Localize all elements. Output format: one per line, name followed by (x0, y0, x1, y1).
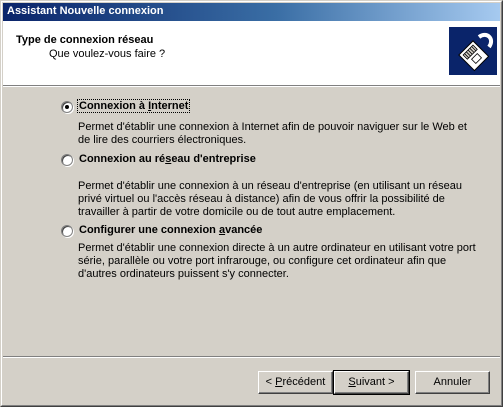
radio-enterprise[interactable] (61, 154, 73, 166)
wizard-header: Type de connexion réseau Que voulez-vous… (3, 21, 500, 85)
header-subtitle: Que voulez-vous faire ? (49, 48, 166, 60)
option-advanced-label-post: vancée (225, 224, 263, 236)
back-button[interactable]: < Précédent (258, 371, 333, 394)
footer-separator (3, 356, 500, 358)
wizard-window: Assistant Nouvelle connexion Type de con… (0, 0, 503, 407)
title-bar[interactable]: Assistant Nouvelle connexion (3, 3, 500, 21)
next-button[interactable]: Suivant > (333, 370, 410, 395)
window-title: Assistant Nouvelle connexion (7, 5, 164, 17)
option-enterprise-label-pre: Connexion au ré (79, 153, 166, 165)
network-cable-icon (449, 27, 497, 75)
next-button-key: S (348, 376, 356, 388)
option-internet-description: Permet d'établir une connexion à Interne… (78, 121, 467, 146)
option-internet-label-pre: Connexion à (79, 100, 149, 112)
radio-internet[interactable] (61, 101, 73, 113)
option-advanced-label-pre: Configurer une connexion (79, 224, 219, 236)
option-internet-label-post: nternet (151, 100, 189, 112)
option-enterprise-label-post: eau d'entreprise (171, 153, 256, 165)
back-button-post: récédent (282, 376, 326, 388)
back-button-pre: < (265, 376, 276, 388)
option-advanced-description: Permet d'établir une connexion directe à… (78, 242, 476, 280)
option-internet-label[interactable]: Connexion à Internet (76, 99, 191, 113)
cancel-button[interactable]: Annuler (415, 371, 490, 394)
option-enterprise-label[interactable]: Connexion au réseau d'entreprise (78, 153, 257, 165)
option-advanced-label[interactable]: Configurer une connexion avancée (78, 224, 263, 236)
radio-advanced[interactable] (61, 225, 73, 237)
next-button-post: uivant > (355, 376, 395, 388)
option-enterprise-description: Permet d'établir une connexion à un rése… (78, 180, 462, 218)
back-button-key: P (275, 376, 283, 388)
header-title: Type de connexion réseau (16, 34, 154, 46)
header-separator (3, 85, 500, 87)
